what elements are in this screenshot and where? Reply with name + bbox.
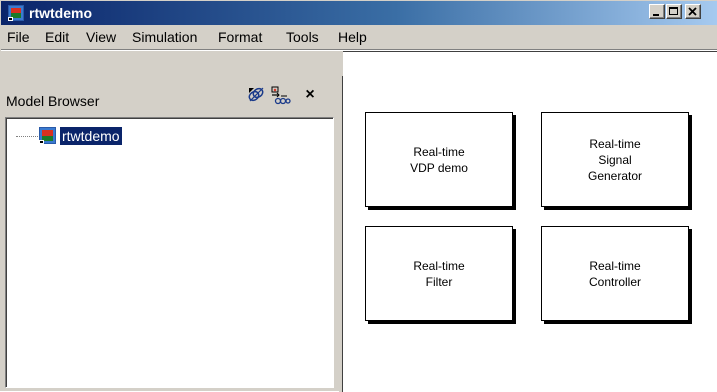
- model-tree[interactable]: rtwtdemo: [5, 117, 334, 388]
- maximize-icon: [669, 7, 678, 15]
- tree-connector: [16, 136, 38, 137]
- close-button[interactable]: [685, 4, 701, 19]
- title-bar[interactable]: rtwtdemo: [1, 1, 717, 25]
- block-filter[interactable]: Real-time Filter: [365, 226, 513, 321]
- diagram-canvas-top: [343, 51, 717, 76]
- menu-file[interactable]: File: [7, 29, 30, 45]
- block-controller[interactable]: Real-time Controller: [541, 226, 689, 321]
- show-libraries-button[interactable]: [269, 84, 291, 106]
- menu-edit[interactable]: Edit: [45, 29, 69, 45]
- browse-link-button[interactable]: [245, 84, 267, 106]
- menu-bar: File Edit View Simulation Format Tools H…: [1, 25, 717, 49]
- simulink-model-icon: [8, 5, 24, 21]
- simulink-window: rtwtdemo File Edit View Simulation Forma…: [0, 0, 717, 392]
- close-icon: [688, 7, 697, 16]
- block-signal-generator[interactable]: Real-time Signal Generator: [541, 112, 689, 207]
- window-title: rtwtdemo: [29, 5, 92, 21]
- close-browser-button[interactable]: ×: [299, 84, 321, 106]
- menu-tools[interactable]: Tools: [286, 29, 319, 45]
- menu-format[interactable]: Format: [218, 29, 262, 45]
- diagram-canvas[interactable]: Real-time VDP demo Real-time Signal Gene…: [343, 76, 717, 392]
- browse-link-icon: [248, 87, 264, 102]
- tree-item-rtwtdemo[interactable]: rtwtdemo: [60, 127, 122, 145]
- minimize-icon: [653, 14, 659, 16]
- menu-simulation[interactable]: Simulation: [132, 29, 197, 45]
- pane-divider: [342, 76, 343, 392]
- block-vdp-demo[interactable]: Real-time VDP demo: [365, 112, 513, 207]
- model-browser-title: Model Browser: [6, 93, 100, 109]
- menu-help[interactable]: Help: [338, 29, 367, 45]
- model-browser-header: Model Browser ×: [1, 53, 339, 115]
- simulink-model-icon: [39, 127, 57, 145]
- menu-view[interactable]: View: [86, 29, 116, 45]
- minimize-button[interactable]: [649, 4, 665, 19]
- show-libraries-icon: [271, 86, 291, 105]
- maximize-button[interactable]: [666, 4, 682, 19]
